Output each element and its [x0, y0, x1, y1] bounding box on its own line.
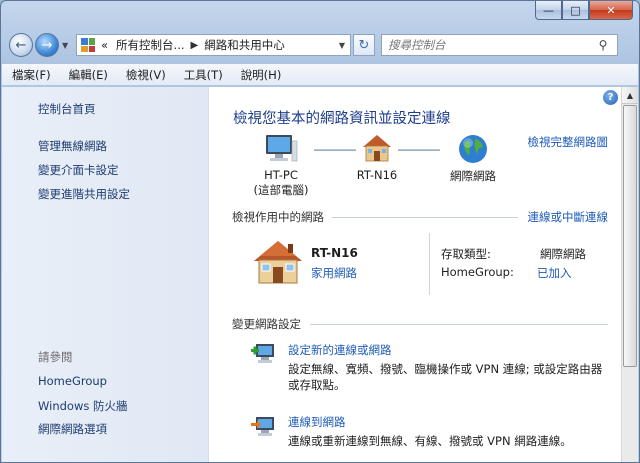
page-title: 檢視您基本的網路資訊並設定連線: [233, 111, 451, 127]
connect-disconnect-link[interactable]: 連線或中斷連線: [528, 209, 609, 225]
view-full-map-link[interactable]: 檢視完整網路圖: [528, 134, 609, 150]
change-settings-heading: 變更網路設定: [232, 317, 301, 331]
task-connect-network-link[interactable]: 連線到網路: [288, 414, 346, 430]
back-arrow-icon: ←: [15, 37, 27, 53]
window: — □ ✕ ← → ▼ « 所有控制台... ▶ 網路和共用中心 ▼ ↻ ⚲ 檔…: [0, 0, 640, 463]
sidebar: 控制台首頁 管理無線網路 變更介面卡設定 變更進階共用設定 請參閱 HomeGr…: [2, 87, 209, 462]
home-network-icon: [254, 241, 302, 284]
network-type-link[interactable]: 家用網路: [311, 265, 357, 281]
vertical-scrollbar[interactable]: ▲: [621, 87, 638, 462]
change-settings-section: 變更網路設定: [232, 316, 608, 332]
menu-bar: 檔案(F) 編輯(E) 檢視(V) 工具(T) 說明(H): [2, 64, 638, 86]
sidebar-homegroup[interactable]: HomeGroup: [38, 374, 107, 388]
sidebar-advanced-sharing[interactable]: 變更進階共用設定: [38, 186, 130, 202]
connection-line: [398, 149, 440, 151]
caption-buttons: — □ ✕: [535, 1, 633, 20]
active-network-section: 檢視作用中的網路 連線或中斷連線: [232, 209, 608, 225]
close-button[interactable]: ✕: [589, 1, 633, 20]
menu-file[interactable]: 檔案(F): [12, 67, 51, 83]
back-button[interactable]: ←: [9, 33, 33, 57]
node-router: RT-N16: [352, 133, 402, 182]
sidebar-internet-options[interactable]: 網際網路選項: [38, 421, 107, 437]
navigation-bar: ← → ▼ « 所有控制台... ▶ 網路和共用中心 ▼ ↻ ⚲: [9, 29, 631, 61]
connection-line: [314, 149, 356, 151]
node-this-pc-sub: (這部電腦): [253, 183, 309, 197]
search-input[interactable]: [388, 38, 599, 52]
menu-help[interactable]: 說明(H): [241, 67, 282, 83]
see-also-heading: 請參閱: [38, 350, 73, 364]
divider: [429, 233, 430, 295]
sidebar-manage-wireless[interactable]: 管理無線網路: [38, 138, 107, 154]
connect-to-network-icon: [251, 417, 274, 436]
refresh-button[interactable]: ↻: [353, 34, 375, 56]
task-setup-connection-link[interactable]: 設定新的連線或網路: [288, 342, 392, 358]
globe-icon: [459, 135, 487, 163]
refresh-icon: ↻: [358, 37, 370, 53]
computer-icon: [266, 135, 298, 162]
menu-tools[interactable]: 工具(T): [184, 67, 223, 83]
node-this-pc-name: HT-PC: [264, 168, 298, 182]
breadcrumb-separator-icon[interactable]: ▶: [191, 40, 199, 51]
recent-pages-dropdown[interactable]: ▼: [62, 41, 70, 50]
homegroup-label: HomeGroup:: [441, 265, 514, 279]
address-dropdown-icon[interactable]: ▼: [334, 41, 350, 50]
minimize-button[interactable]: —: [535, 1, 562, 20]
scroll-up-icon[interactable]: ▲: [622, 87, 638, 104]
main-panel: 檢視您基本的網路資訊並設定連線 檢視完整網路圖 HT-PC (這部電腦) RT-…: [210, 87, 620, 462]
sidebar-change-adapter[interactable]: 變更介面卡設定: [38, 162, 119, 178]
menu-view[interactable]: 檢視(V): [126, 67, 166, 83]
new-connection-icon: [251, 344, 274, 363]
control-panel-icon: [81, 38, 95, 52]
breadcrumb-all-control-panel[interactable]: 所有控制台...: [116, 37, 184, 53]
search-icon[interactable]: ⚲: [599, 38, 617, 52]
sidebar-windows-firewall[interactable]: Windows 防火牆: [38, 398, 128, 414]
address-bar[interactable]: « 所有控制台... ▶ 網路和共用中心 ▼: [76, 34, 351, 56]
maximize-button[interactable]: □: [562, 1, 589, 20]
node-this-pc: HT-PC (這部電腦): [251, 133, 311, 198]
access-type-label: 存取類型:: [441, 247, 491, 261]
homegroup-value-link[interactable]: 已加入: [537, 265, 572, 281]
node-router-name: RT-N16: [356, 168, 398, 182]
scroll-thumb[interactable]: [623, 105, 637, 367]
active-network-name: RT-N16: [311, 246, 358, 260]
task-setup-connection-desc: 設定無線、寬頻、撥號、臨機操作或 VPN 連線; 或設定路由器或存取點。: [288, 362, 603, 392]
home-router-icon: [363, 135, 391, 162]
forward-button[interactable]: →: [35, 33, 59, 57]
task-connect-network-desc: 連線或重新連線到無線、有線、撥號或 VPN 網路連線。: [288, 434, 572, 448]
content-area: 控制台首頁 管理無線網路 變更介面卡設定 變更進階共用設定 請參閱 HomeGr…: [2, 87, 638, 462]
node-internet-name[interactable]: 網際網路: [438, 168, 508, 184]
search-box: ⚲: [381, 34, 618, 56]
breadcrumb-overflow[interactable]: «: [101, 38, 108, 52]
forward-arrow-icon: →: [41, 37, 53, 53]
breadcrumb-network-center[interactable]: 網路和共用中心: [204, 37, 285, 53]
active-network-heading: 檢視作用中的網路: [232, 210, 324, 224]
access-type-value: 網際網路: [540, 247, 586, 261]
menu-edit[interactable]: 編輯(E): [69, 67, 108, 83]
node-internet: 網際網路: [438, 133, 508, 184]
sidebar-control-panel-home[interactable]: 控制台首頁: [38, 101, 96, 117]
help-icon[interactable]: ?: [603, 90, 618, 105]
